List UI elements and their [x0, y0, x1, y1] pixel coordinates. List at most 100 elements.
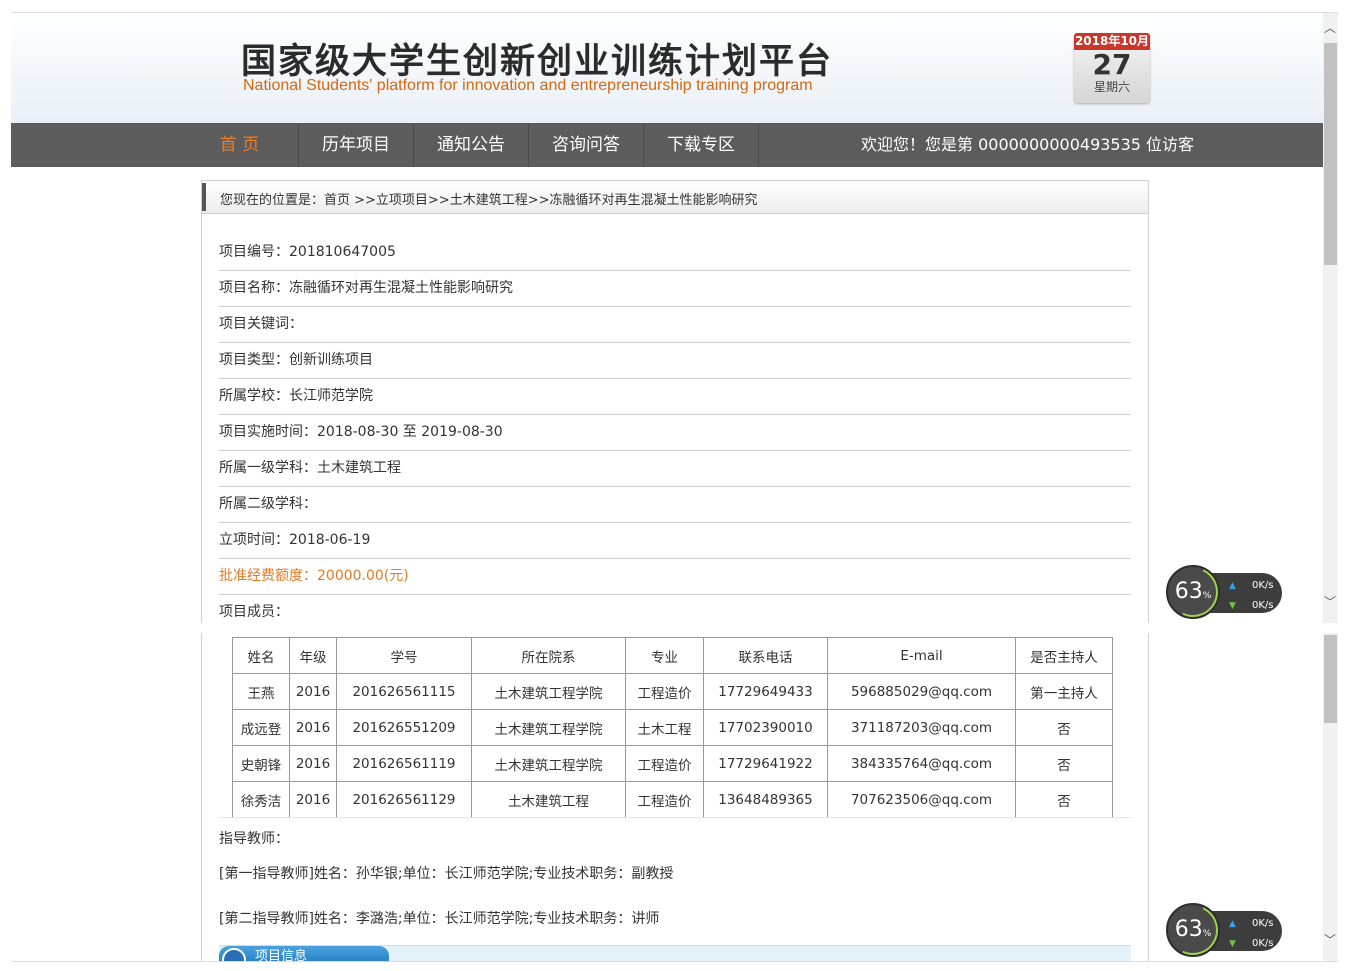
project-detail-panel: 您现在的位置是：首页 >>立项项目>>土木建筑工程>>冻融循环对再生混凝土性能影…: [201, 180, 1149, 623]
scroll-down-icon[interactable]: ﹀: [1324, 593, 1336, 610]
cell-host: 第一主持人: [1015, 673, 1113, 710]
field-school: 所属学校：长江师范学院: [219, 379, 1131, 415]
field-funding: 批准经费额度：20000.00(元): [219, 559, 1131, 595]
members-table: 姓名 年级 学号 所在院系 专业 联系电话 E-mail 是否主持人 王燕 20…: [232, 637, 1113, 818]
cell-student-no: 201626561119: [336, 745, 472, 782]
cell-phone: 17702390010: [703, 709, 828, 746]
cell-host: 否: [1015, 745, 1113, 782]
calendar-widget: 2018年10月 27 星期六: [1074, 33, 1150, 103]
breadcrumb-text[interactable]: 您现在的位置是：首页 >>立项项目>>土木建筑工程>>冻融循环对再生混凝土性能影…: [220, 189, 758, 208]
scroll-down-icon[interactable]: ﹀: [1324, 931, 1336, 948]
cell-student-no: 201626551209: [336, 709, 472, 746]
cell-major: 工程造价: [625, 781, 704, 818]
tab-icon: [222, 948, 246, 961]
cell-name: 成远登: [232, 709, 290, 746]
upload-rate: 0K/s: [1252, 580, 1274, 591]
project-detail-panel-lower: 姓名 年级 学号 所在院系 专业 联系电话 E-mail 是否主持人 王燕 20…: [201, 633, 1149, 962]
tab-label: 项目信息: [255, 949, 308, 962]
cell-email: 596885029@qq.com: [827, 673, 1016, 710]
nav-past-projects[interactable]: 历年项目: [299, 123, 414, 167]
col-major: 专业: [625, 637, 704, 674]
download-arrow-icon: ▼: [1229, 601, 1236, 611]
cell-grade: 2016: [289, 745, 337, 782]
scrollbar[interactable]: ﹀: [1323, 633, 1338, 961]
advisors-label: 指导教师：: [219, 831, 289, 847]
nav-notices[interactable]: 通知公告: [414, 123, 529, 167]
visitor-counter: 欢迎您！您是第 0000000000493535 位访客: [861, 135, 1195, 154]
table-row: 成远登 2016 201626551209 土木建筑工程学院 土木工程 1770…: [232, 709, 1113, 746]
field-period: 项目实施时间：2018-08-30 至 2019-08-30: [219, 415, 1131, 451]
cell-grade: 2016: [289, 673, 337, 710]
table-row: 徐秀洁 2016 201626561129 土木建筑工程 工程造价 136484…: [232, 781, 1113, 818]
cell-email: 384335764@qq.com: [827, 745, 1016, 782]
scroll-up-icon[interactable]: ︿: [1324, 19, 1336, 36]
nav-faq[interactable]: 咨询问答: [529, 123, 644, 167]
breadcrumb-marker: [202, 183, 206, 211]
cell-major: 土木工程: [625, 709, 704, 746]
cell-name: 史朝锋: [232, 745, 290, 782]
field-subject2: 所属二级学科：: [219, 487, 1131, 523]
calendar-day: 27: [1092, 48, 1132, 81]
calendar-weekday: 星期六: [1093, 80, 1130, 94]
table-row: 史朝锋 2016 201626561119 土木建筑工程学院 工程造价 1772…: [232, 745, 1113, 782]
progress-arc: [1160, 897, 1226, 961]
site-header: 国家级大学生创新创业训练计划平台 National Students' plat…: [11, 13, 1323, 123]
breadcrumb: 您现在的位置是：首页 >>立项项目>>土木建筑工程>>冻融循环对再生混凝土性能影…: [202, 181, 1148, 214]
network-speed-widget[interactable]: 63% ▲ ▼ 0K/s 0K/s: [1160, 559, 1284, 623]
cell-department: 土木建筑工程学院: [471, 709, 626, 746]
cell-phone: 17729641922: [703, 745, 828, 782]
download-rate: 0K/s: [1252, 600, 1274, 611]
cell-department: 土木建筑工程学院: [471, 745, 626, 782]
main-nav: 首 页 历年项目 通知公告 咨询问答 下载专区 欢迎您！您是第 00000000…: [11, 123, 1323, 167]
divider: [219, 817, 1131, 818]
cell-host: 否: [1015, 709, 1113, 746]
page-top-view: 国家级大学生创新创业训练计划平台 National Students' plat…: [11, 12, 1338, 623]
progress-arc: [1160, 559, 1226, 623]
upload-arrow-icon: ▲: [1229, 919, 1236, 929]
cell-major: 工程造价: [625, 673, 704, 710]
upload-rate: 0K/s: [1252, 918, 1274, 929]
nav-home[interactable]: 首 页: [181, 123, 299, 167]
field-project-name: 项目名称：冻融循环对再生混凝土性能影响研究: [219, 271, 1131, 307]
col-grade: 年级: [289, 637, 337, 674]
cell-host: 否: [1015, 781, 1113, 818]
scrollbar[interactable]: ︿ ﹀: [1323, 13, 1338, 623]
cell-grade: 2016: [289, 709, 337, 746]
cell-student-no: 201626561115: [336, 673, 472, 710]
download-arrow-icon: ▼: [1229, 939, 1236, 949]
col-host: 是否主持人: [1015, 637, 1113, 674]
table-row: 王燕 2016 201626561115 土木建筑工程学院 工程造价 17729…: [232, 673, 1113, 710]
col-student-no: 学号: [336, 637, 472, 674]
field-type: 项目类型：创新训练项目: [219, 343, 1131, 379]
nav-downloads[interactable]: 下载专区: [644, 123, 759, 167]
advisor-first: [第一指导教师]姓名：孙华银;单位：长江师范学院;专业技术职务：副教授: [219, 866, 674, 882]
cell-major: 工程造价: [625, 745, 704, 782]
cell-email: 707623506@qq.com: [827, 781, 1016, 818]
cell-phone: 17729649433: [703, 673, 828, 710]
cell-student-no: 201626561129: [336, 781, 472, 818]
field-members-label: 项目成员：: [219, 604, 289, 620]
site-subtitle: National Students' platform for innovati…: [243, 77, 813, 94]
network-speed-widget[interactable]: 63% ▲ ▼ 0K/s 0K/s: [1160, 897, 1284, 961]
col-name: 姓名: [232, 637, 290, 674]
cell-phone: 13648489365: [703, 781, 828, 818]
advisor-second: [第二指导教师]姓名：李潞浩;单位：长江师范学院;专业技术职务：讲师: [219, 911, 660, 927]
cell-department: 土木建筑工程学院: [471, 673, 626, 710]
scrollbar-thumb[interactable]: [1324, 43, 1337, 265]
col-email: E-mail: [827, 637, 1016, 674]
field-project-no: 项目编号：201810647005: [219, 235, 1131, 271]
scrollbar-thumb[interactable]: [1324, 635, 1337, 723]
field-subject1: 所属一级学科：土木建筑工程: [219, 451, 1131, 487]
section-tab-strip: 项目信息: [219, 945, 1131, 962]
cell-name: 徐秀洁: [232, 781, 290, 818]
tab-project-info[interactable]: 项目信息: [219, 946, 389, 962]
col-phone: 联系电话: [703, 637, 828, 674]
cell-department: 土木建筑工程: [471, 781, 626, 818]
cell-grade: 2016: [289, 781, 337, 818]
cell-email: 371187203@qq.com: [827, 709, 1016, 746]
download-rate: 0K/s: [1252, 938, 1274, 949]
upload-arrow-icon: ▲: [1229, 581, 1236, 591]
cell-name: 王燕: [232, 673, 290, 710]
members-header-row: 姓名 年级 学号 所在院系 专业 联系电话 E-mail 是否主持人: [232, 637, 1113, 674]
page-scrolled-view: 姓名 年级 学号 所在院系 专业 联系电话 E-mail 是否主持人 王燕 20…: [11, 633, 1338, 962]
